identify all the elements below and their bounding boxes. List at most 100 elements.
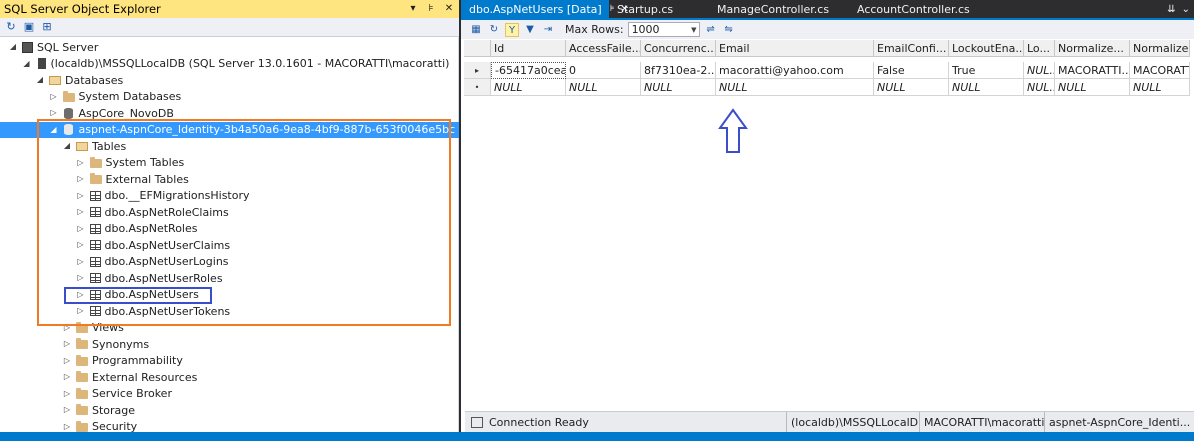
tree-item[interactable]: ▷ Programmability: [0, 353, 459, 370]
column-header[interactable]: EmailConfi...: [874, 40, 949, 57]
tree-item[interactable]: ▷ Storage: [0, 402, 459, 419]
grid-icon[interactable]: ▦: [469, 23, 483, 37]
collapse-arrow-icon[interactable]: ◢: [22, 59, 32, 69]
tab-1[interactable]: Startup.cs: [609, 0, 709, 18]
table-cell[interactable]: NULL: [874, 79, 949, 96]
tree-item[interactable]: ▷ System Tables: [0, 155, 459, 172]
row-marker[interactable]: ▸: [464, 62, 491, 79]
table-cell[interactable]: NULL: [1055, 79, 1130, 96]
tree-item[interactable]: ◢ Databases: [0, 72, 459, 89]
expand-arrow-icon[interactable]: ▷: [62, 422, 72, 432]
tree-item[interactable]: ▷ dbo.AspNetRoles: [0, 221, 459, 238]
expand-arrow-icon[interactable]: ▷: [76, 191, 86, 201]
tree-item[interactable]: ▷ dbo.AspNetRoleClaims: [0, 204, 459, 221]
collapse-arrow-icon[interactable]: ◢: [49, 125, 59, 135]
tab-3[interactable]: AccountController.cs: [849, 0, 989, 18]
tab-dropdown-icon[interactable]: ⌄: [1182, 4, 1190, 15]
table-cell[interactable]: NULL: [641, 79, 716, 96]
column-header[interactable]: Normalize: [1130, 40, 1190, 57]
add-server-icon[interactable]: ▣: [22, 20, 36, 34]
table-cell[interactable]: NULL: [716, 79, 874, 96]
tree-item[interactable]: ▷ Service Broker: [0, 386, 459, 403]
table-cell[interactable]: True: [949, 62, 1024, 79]
tree-item[interactable]: ▷ dbo.AspNetUserTokens: [0, 303, 459, 320]
sort-filter-icon[interactable]: Y: [505, 22, 519, 37]
column-header[interactable]: Concurrenc...: [641, 40, 716, 57]
tree-item[interactable]: ▷ dbo.AspNetUserLogins: [0, 254, 459, 271]
table-row[interactable]: ▸-65417a0ceaf008f7310ea-2...macoratti@ya…: [464, 62, 1190, 79]
tree-item[interactable]: ◢ SQL Server: [0, 39, 459, 56]
tree-item[interactable]: ▷ dbo.AspNetUserClaims: [0, 237, 459, 254]
expand-arrow-icon[interactable]: ▷: [62, 405, 72, 415]
script-file-icon[interactable]: ⇋: [722, 23, 736, 37]
expand-arrow-icon[interactable]: ▷: [76, 224, 86, 234]
column-header[interactable]: AccessFaile...: [566, 40, 641, 57]
expand-arrow-icon[interactable]: ▷: [76, 273, 86, 283]
table-cell[interactable]: 8f7310ea-2...: [641, 62, 716, 79]
table-cell[interactable]: NULL: [491, 79, 566, 96]
expand-arrow-icon[interactable]: ▷: [62, 339, 72, 349]
table-cell[interactable]: NUL...: [1024, 79, 1055, 96]
table-cell[interactable]: NULL: [566, 79, 641, 96]
tree-item[interactable]: ▷ Security: [0, 419, 459, 432]
column-header[interactable]: Id: [491, 40, 566, 57]
tree-item[interactable]: ▷ AspCore_NovoDB: [0, 105, 459, 122]
expand-arrow-icon[interactable]: ▷: [62, 323, 72, 333]
expand-arrow-icon[interactable]: ▷: [62, 389, 72, 399]
table-cell[interactable]: False: [874, 62, 949, 79]
grid-corner-cell[interactable]: [464, 40, 491, 57]
expand-arrow-icon[interactable]: ▷: [76, 290, 86, 300]
table-cell[interactable]: 0: [566, 62, 641, 79]
expand-arrow-icon[interactable]: ▷: [76, 158, 86, 168]
script-sql-icon[interactable]: ⇌: [704, 23, 718, 37]
table-cell[interactable]: MACORATTI...: [1055, 62, 1130, 79]
table-cell[interactable]: macoratti@yahoo.com: [716, 62, 874, 79]
tree-item[interactable]: ◢ (localdb)\MSSQLLocalDB (SQL Server 13.0…: [0, 56, 459, 73]
refresh-icon[interactable]: ↻: [487, 23, 501, 37]
table-cell[interactable]: NULL: [949, 79, 1024, 96]
expand-arrow-icon[interactable]: ▷: [76, 207, 86, 217]
tree-item[interactable]: ◢ Tables: [0, 138, 459, 155]
tree-item[interactable]: ▷ dbo.__EFMigrationsHistory: [0, 188, 459, 205]
tree-item[interactable]: ▷ External Tables: [0, 171, 459, 188]
script-icon[interactable]: ⇥: [541, 23, 555, 37]
tab-2[interactable]: ManageController.cs: [709, 0, 849, 18]
expand-arrow-icon[interactable]: ▷: [76, 240, 86, 250]
table-cell[interactable]: MACORATT: [1130, 62, 1190, 79]
tree-item[interactable]: ▷ dbo.AspNetUserRoles: [0, 270, 459, 287]
table-row[interactable]: •NULLNULLNULLNULLNULLNULLNUL...NULLNULL: [464, 79, 1190, 96]
table-cell[interactable]: NULL: [1130, 79, 1190, 96]
expand-arrow-icon[interactable]: ▷: [62, 372, 72, 382]
tab-0[interactable]: dbo.AspNetUsers [Data] ⊧ ✕: [461, 0, 629, 18]
column-header[interactable]: LockoutEna...: [949, 40, 1024, 57]
column-header[interactable]: Lo...: [1024, 40, 1055, 57]
expand-arrow-icon[interactable]: ▷: [76, 174, 86, 184]
tree-item[interactable]: ▷ Views: [0, 320, 459, 337]
expand-arrow-icon[interactable]: ▷: [76, 257, 86, 267]
object-explorer-title-bar[interactable]: SQL Server Object Explorer ▾ ⊧ ✕: [0, 0, 459, 18]
max-rows-select[interactable]: 1000 ▼: [627, 22, 700, 37]
collapse-arrow-icon[interactable]: ◢: [35, 75, 45, 85]
tree-item[interactable]: ◢ aspnet-AspnCore_Identity-3b4a50a6-9ea8-…: [0, 121, 459, 138]
expand-arrow-icon[interactable]: ▷: [49, 108, 59, 118]
collapse-arrow-icon[interactable]: ◢: [62, 141, 72, 151]
window-position-dropdown-icon[interactable]: ▾: [405, 1, 421, 17]
collapse-arrow-icon[interactable]: ◢: [8, 42, 18, 52]
tree-item[interactable]: ▷ dbo.AspNetUsers: [0, 287, 459, 304]
tab-list-icon[interactable]: ⇊: [1167, 4, 1175, 15]
filter-icon[interactable]: ⊞: [40, 20, 54, 34]
column-header[interactable]: Email: [716, 40, 874, 57]
tree-item[interactable]: ▷ Synonyms: [0, 336, 459, 353]
table-cell[interactable]: NUL...: [1024, 62, 1055, 79]
tree-item[interactable]: ▷ System Databases: [0, 89, 459, 106]
row-marker[interactable]: •: [464, 79, 491, 96]
table-cell[interactable]: -65417a0ceaf0: [491, 62, 566, 79]
refresh-icon[interactable]: ↻: [4, 20, 18, 34]
expand-arrow-icon[interactable]: ▷: [76, 306, 86, 316]
tree-item[interactable]: ▷ External Resources: [0, 369, 459, 386]
close-icon[interactable]: ✕: [441, 1, 457, 17]
column-header[interactable]: Normalize...: [1055, 40, 1130, 57]
filter-icon[interactable]: ▼: [523, 23, 537, 37]
expand-arrow-icon[interactable]: ▷: [62, 356, 72, 366]
pin-icon[interactable]: ⊧: [423, 1, 439, 17]
